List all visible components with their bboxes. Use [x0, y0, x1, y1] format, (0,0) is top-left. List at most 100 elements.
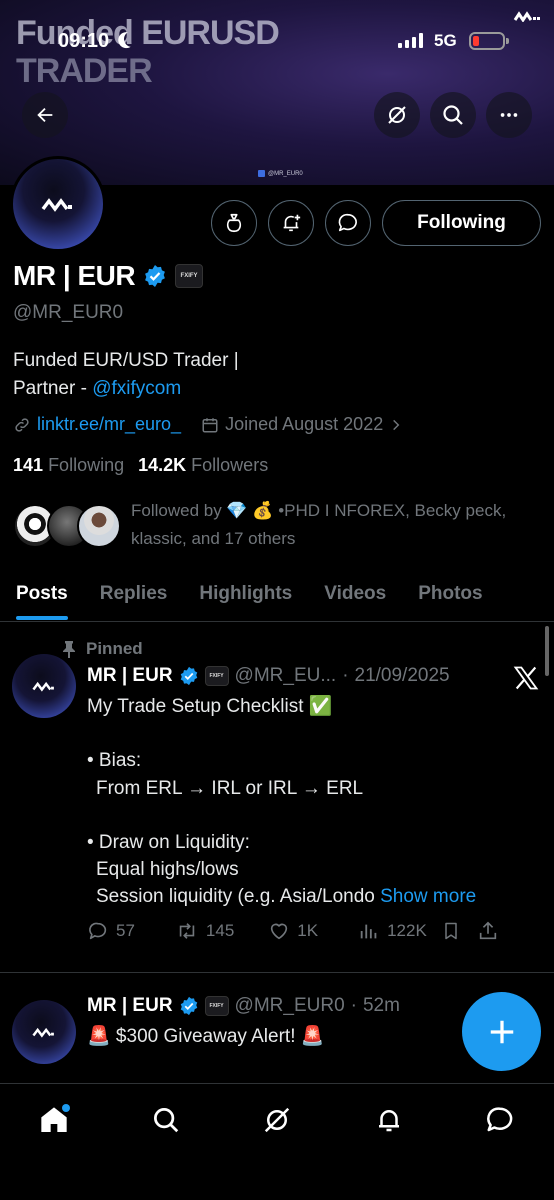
bookmark-button[interactable]: [441, 920, 461, 942]
search-icon: [443, 105, 463, 125]
link-icon: [15, 417, 29, 432]
like-icon: [271, 923, 288, 940]
explore-icon: [154, 1108, 179, 1133]
pinned-label: Pinned: [62, 639, 143, 659]
banner-tag: @MR_EUR0: [258, 170, 303, 177]
nav-home[interactable]: [34, 1100, 74, 1140]
divider: [0, 621, 554, 622]
post-author-name[interactable]: MR | EUR: [87, 665, 173, 687]
repost-icon: [179, 923, 195, 939]
verified-icon: [180, 666, 197, 686]
post-date[interactable]: 52m: [363, 995, 400, 1017]
avatar: [77, 504, 121, 548]
followers-stat[interactable]: 14.2K Followers: [138, 455, 268, 476]
notifications-icon: [379, 1110, 399, 1132]
post-actions: 57 145 1K 122K: [87, 920, 547, 942]
views-button[interactable]: 122K: [358, 920, 427, 942]
like-button[interactable]: 1K: [268, 920, 318, 942]
grok-icon: [264, 1107, 290, 1133]
avatar-logo-icon: [41, 198, 72, 212]
joined-date: Joined August 2022: [225, 414, 384, 434]
unread-dot: [62, 1104, 70, 1112]
profile-meta: linktr.ee/mr_euro_ Joined August 2022: [13, 414, 403, 435]
more-icon: [500, 113, 518, 117]
back-arrow-icon: [37, 107, 53, 123]
tab-highlights[interactable]: Highlights: [183, 566, 308, 622]
pin-icon: [63, 641, 75, 658]
scrollbar[interactable]: [545, 626, 549, 676]
bookmark-icon: [445, 922, 457, 940]
post-avatar[interactable]: [12, 654, 76, 718]
tab-videos[interactable]: Videos: [308, 566, 402, 622]
bio-mention-link[interactable]: @fxifycom: [92, 378, 181, 399]
messages-icon: [487, 1107, 513, 1132]
post-date[interactable]: 21/09/2025: [355, 665, 450, 687]
message-button[interactable]: [325, 200, 371, 246]
reply-button[interactable]: 57: [87, 920, 135, 942]
nav-notifications[interactable]: [369, 1100, 409, 1140]
moon-icon: [122, 29, 143, 50]
more-button[interactable]: [486, 92, 532, 138]
post-text[interactable]: My Trade Setup Checklist ✅ • Bias: From …: [87, 693, 537, 911]
profile-bio: Funded EUR/USD Trader | Partner - @fxify…: [13, 350, 239, 399]
following-button[interactable]: Following: [382, 200, 541, 246]
bottom-nav: [0, 1083, 554, 1200]
repost-button[interactable]: 145: [175, 920, 234, 942]
affiliate-badge: FXIFY: [204, 666, 229, 686]
show-more-link[interactable]: Show more: [380, 886, 476, 907]
avatar-logo-icon: [32, 681, 54, 692]
grok-button[interactable]: [374, 92, 420, 138]
post-avatar[interactable]: [12, 1000, 76, 1064]
money-bag-icon: [226, 213, 242, 233]
grok-icon: [388, 106, 406, 124]
app-logo-icon: [513, 11, 540, 22]
avatar-logo-icon: [32, 1027, 54, 1038]
profile-avatar[interactable]: [10, 156, 106, 252]
tab-replies[interactable]: Replies: [84, 566, 184, 622]
verified-icon: [180, 996, 197, 1016]
tab-photos[interactable]: Photos: [402, 566, 498, 622]
nav-messages[interactable]: [480, 1100, 520, 1140]
views-icon: [360, 924, 377, 939]
post-handle: @MR_EU...: [234, 665, 337, 686]
compose-plus-icon: [490, 1020, 513, 1043]
verified-icon[interactable]: [143, 264, 167, 288]
post-handle: @MR_EUR0: [234, 995, 345, 1016]
post-header: MR | EUR FXIFY @MR_EU... · 21/09/2025: [87, 665, 450, 687]
nav-explore[interactable]: [146, 1100, 186, 1140]
profile-name-row: MR | EUR FXIFY: [13, 260, 204, 292]
display-name: MR | EUR: [13, 260, 136, 291]
follow-stats: 141 Following 14.2K Followers: [13, 455, 268, 476]
reply-icon: [89, 922, 107, 940]
message-icon: [338, 213, 357, 232]
compose-button[interactable]: [462, 992, 541, 1071]
followed-by-avatars[interactable]: [13, 504, 123, 550]
search-button[interactable]: [430, 92, 476, 138]
affiliate-badge[interactable]: FXIFY: [175, 264, 204, 288]
followed-by-text[interactable]: Followed by 💎 💰 •PHD I NFOREX, Becky pec…: [131, 497, 541, 553]
subscribe-tip-button[interactable]: [211, 200, 257, 246]
profile-tabs: Posts Replies Highlights Videos Photos: [0, 566, 554, 622]
share-icon: [479, 921, 496, 940]
chevron-right-icon[interactable]: [389, 418, 403, 432]
back-button[interactable]: [22, 92, 68, 138]
notify-button[interactable]: [268, 200, 314, 246]
share-button[interactable]: [477, 920, 499, 942]
network-label: 5G: [434, 31, 457, 50]
affiliate-badge: FXIFY: [204, 996, 229, 1016]
tab-posts[interactable]: Posts: [0, 566, 84, 622]
signal-icon: [398, 33, 423, 48]
following-stat[interactable]: 141 Following: [13, 455, 124, 476]
profile-website-link[interactable]: linktr.ee/mr_euro_: [37, 414, 181, 435]
notify-plus-icon: [283, 214, 301, 232]
profile-handle: @MR_EUR0: [13, 302, 124, 323]
status-time: 09:10: [58, 30, 110, 52]
x-logo-icon: [513, 666, 539, 690]
battery-icon: [469, 32, 509, 50]
post-header: MR | EUR FXIFY @MR_EUR0 · 52m: [87, 995, 400, 1017]
calendar-icon: [202, 417, 218, 432]
divider: [0, 972, 554, 973]
nav-grok[interactable]: [257, 1100, 297, 1140]
post-author-name[interactable]: MR | EUR: [87, 995, 173, 1017]
status-bar: 09:10 5G: [0, 0, 554, 60]
